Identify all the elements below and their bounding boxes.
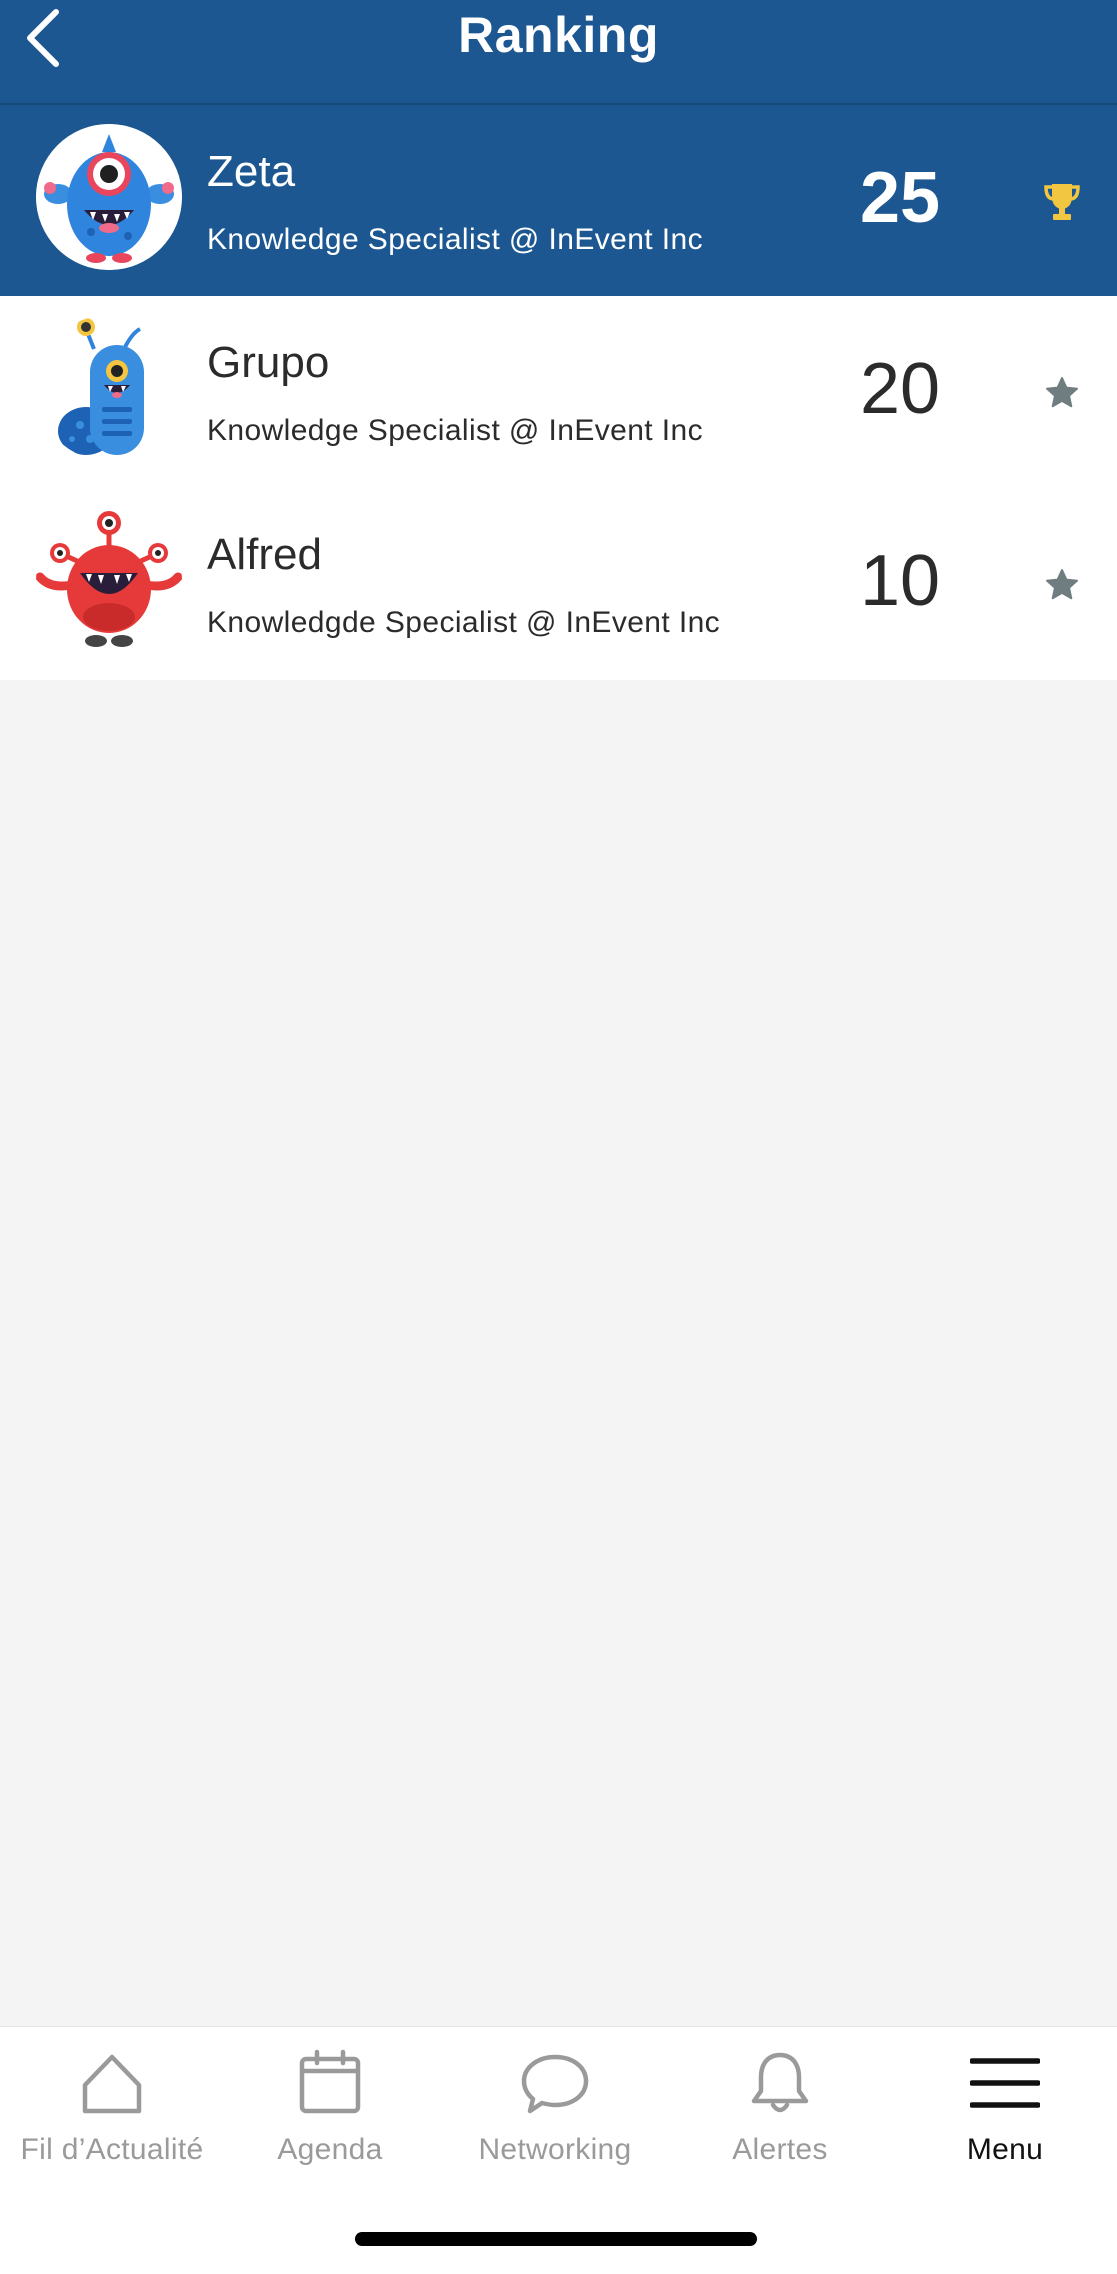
ranking-row[interactable]: Grupo Knowledge Specialist @ InEvent Inc… [0, 296, 1117, 488]
avatar [36, 507, 182, 653]
calendar-icon [295, 2049, 365, 2119]
participant-score: 25 [859, 158, 941, 238]
participant-name: Alfred [207, 530, 322, 579]
participant-name: Zeta [207, 147, 296, 196]
participant-role: Knowledge Specialist @ InEvent Inc [207, 223, 703, 256]
ranking-row[interactable]: Alfred Knowledgde Specialist @ InEvent I… [0, 488, 1117, 680]
home-indicator [355, 2232, 757, 2246]
tab-menu[interactable]: Menu [893, 2049, 1117, 2189]
chat-bubble-icon [520, 2049, 590, 2119]
page-title: Ranking [458, 7, 659, 63]
tab-alertes[interactable]: Alertes [668, 2049, 892, 2189]
tab-label: Networking [478, 2133, 632, 2166]
ranking-list: Zeta Knowledge Specialist @ InEvent Inc … [0, 105, 1117, 680]
tab-label: Fil d’Actualité [20, 2133, 204, 2166]
ranking-row[interactable]: Zeta Knowledge Specialist @ InEvent Inc … [0, 105, 1117, 296]
home-icon [77, 2049, 147, 2119]
tab-fil-actualite[interactable]: Fil d’Actualité [0, 2049, 224, 2189]
tab-label: Menu [966, 2133, 1044, 2166]
star-icon [1040, 563, 1084, 607]
bell-icon [745, 2049, 815, 2119]
tab-agenda[interactable]: Agenda [218, 2049, 442, 2189]
hamburger-menu-icon [969, 2049, 1041, 2119]
participant-name: Grupo [207, 338, 330, 387]
top-navigation-bar: Ranking [0, 0, 1117, 105]
star-icon [1040, 371, 1084, 415]
participant-score: 10 [859, 541, 941, 621]
avatar [36, 315, 182, 461]
trophy-icon [1040, 180, 1084, 224]
tab-networking[interactable]: Networking [443, 2049, 667, 2189]
avatar [36, 124, 182, 270]
tab-label: Agenda [277, 2133, 383, 2166]
tab-label: Alertes [732, 2133, 828, 2166]
participant-score: 20 [859, 349, 941, 429]
participant-role: Knowledge Specialist @ InEvent Inc [207, 414, 703, 447]
participant-role: Knowledgde Specialist @ InEvent Inc [207, 606, 721, 639]
